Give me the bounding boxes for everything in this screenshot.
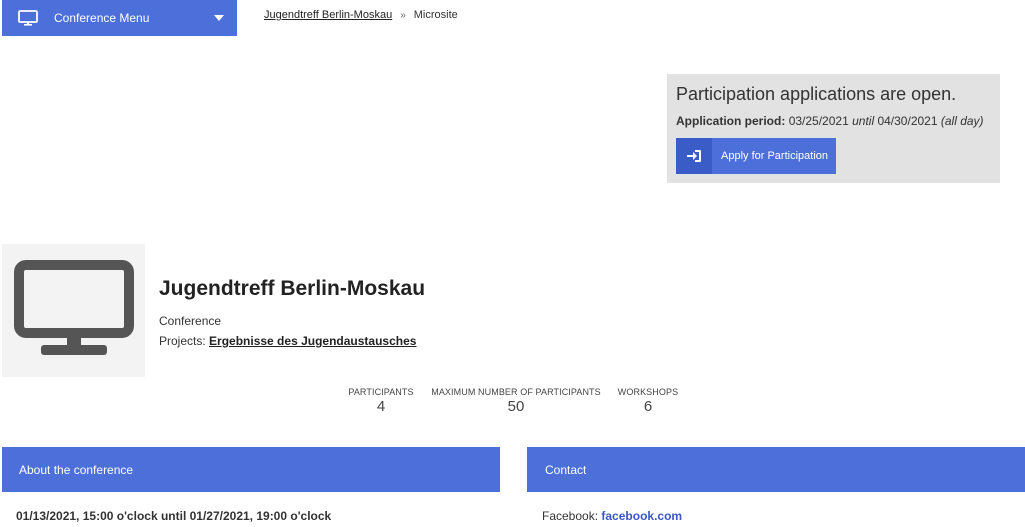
about-heading: About the conference: [19, 462, 134, 477]
application-box: Participation applications are open. App…: [667, 74, 1000, 183]
conference-dates: 01/13/2021, 15:00 o'clock until 01/27/20…: [16, 509, 332, 523]
stat-value: 50: [507, 398, 525, 415]
application-period-start: 03/25/2021: [788, 114, 849, 128]
application-period: Application period: 03/25/2021 until 04/…: [676, 114, 991, 128]
facebook-link[interactable]: facebook.com: [601, 509, 682, 523]
contact-heading: Contact: [545, 462, 587, 477]
contact-panel-header: Contact: [527, 447, 1025, 492]
application-period-label: Application period:: [676, 114, 786, 128]
facebook-label: Facebook:: [542, 509, 599, 523]
monitor-icon: [13, 259, 135, 362]
conference-thumbnail: [2, 244, 145, 377]
breadcrumb-separator: »: [400, 9, 406, 21]
breadcrumb: Jugendtreff Berlin-Moskau » Microsite: [264, 9, 458, 21]
conference-menu-label: Conference Menu: [54, 11, 150, 25]
sign-in-icon: [676, 138, 712, 174]
apply-button-label: Apply for Participation: [721, 150, 828, 162]
conference-menu-button[interactable]: Conference Menu: [2, 0, 237, 36]
stat-value: 6: [643, 398, 653, 415]
contact-facebook: Facebook: facebook.com: [542, 509, 682, 523]
conference-title: Jugendtreff Berlin-Moskau: [159, 277, 426, 300]
stat-participants: PARTICIPANTS 4: [348, 387, 414, 415]
about-panel-header: About the conference: [2, 447, 500, 492]
projects-link[interactable]: Ergebnisse des Jugendaustausches: [209, 334, 416, 348]
application-period-end: 04/30/2021: [877, 114, 938, 128]
application-headline: Participation applications are open.: [676, 84, 957, 104]
breadcrumb-current: Microsite: [413, 9, 458, 21]
stat-value: 4: [376, 398, 386, 415]
stat-workshops: WORKSHOPS 6: [617, 387, 679, 415]
breadcrumb-link-conference[interactable]: Jugendtreff Berlin-Moskau: [264, 9, 392, 21]
conference-type: Conference: [159, 314, 222, 328]
apply-for-participation-button[interactable]: Apply for Participation: [676, 138, 836, 174]
monitor-icon: [18, 10, 38, 26]
conference-projects: Projects: Ergebnisse des Jugendaustausch…: [159, 334, 416, 348]
application-all-day: (all day): [940, 114, 984, 128]
stat-label: PARTICIPANTS: [348, 387, 414, 397]
stat-max-participants: MAXIMUM NUMBER OF PARTICIPANTS 50: [428, 387, 604, 415]
projects-label: Projects:: [159, 334, 206, 348]
stats-bar: PARTICIPANTS 4 MAXIMUM NUMBER OF PARTICI…: [0, 387, 1025, 421]
stat-label: WORKSHOPS: [617, 387, 679, 397]
application-until: until: [852, 114, 875, 128]
chevron-down-icon: [214, 15, 224, 21]
stat-label: MAXIMUM NUMBER OF PARTICIPANTS: [431, 387, 601, 397]
